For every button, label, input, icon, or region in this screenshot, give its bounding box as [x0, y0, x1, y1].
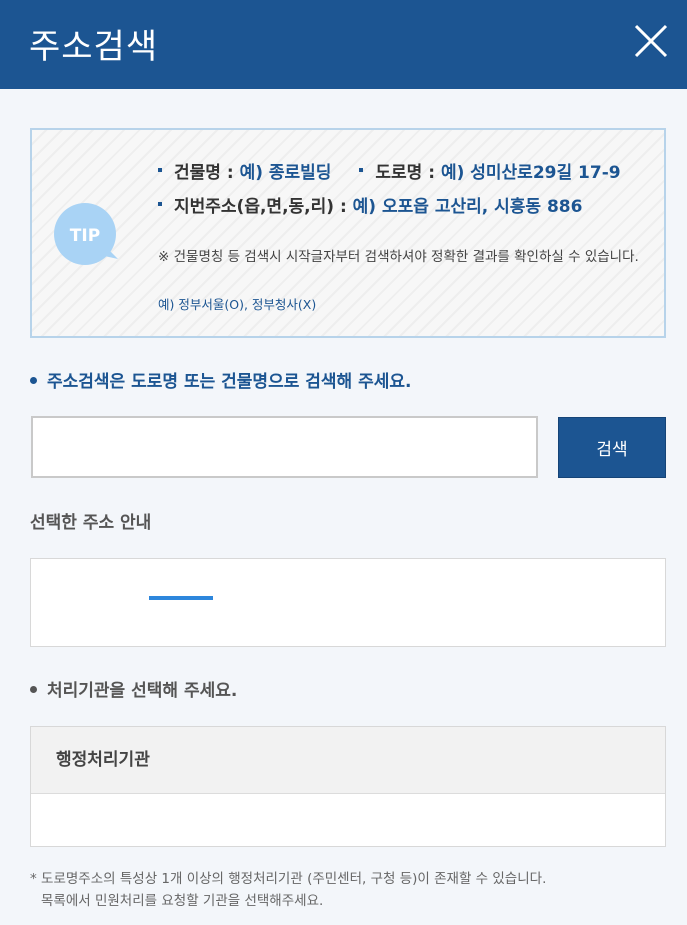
bullet-icon [30, 685, 37, 693]
tip-building-label: 건물명 : [174, 163, 240, 183]
footnote-line-2: 목록에서 민원처리를 요청할 기관을 선택해주세요. [41, 893, 324, 909]
close-icon[interactable] [633, 23, 669, 59]
selected-address-title: 선택한 주소 안내 [30, 513, 152, 533]
tip-jibun-example: 예) 오포읍 고산리, 시흥동 886 [352, 197, 583, 217]
footnote: * 도로명주소의 특성상 1개 이상의 행정처리기관 (주민센터, 구청 등)이… [30, 868, 670, 912]
footnote-line-1: * 도로명주소의 특성상 1개 이상의 행정처리기관 (주민센터, 구청 등)이… [30, 871, 547, 887]
agency-column-header: 행정처리기관 [31, 727, 665, 794]
agency-guide: 처리기관을 선택해 주세요. [30, 676, 237, 701]
dialog-header: 주소검색 [0, 0, 687, 89]
tip-box: TIP 건물명 : 예) 종로빌딩 도로명 : 예) 성미산로29길 17-9 … [30, 128, 666, 338]
search-button[interactable]: 검색 [558, 417, 666, 478]
tip-note: ※ 건물명칭 등 검색시 시작글자부터 검색하셔야 정확한 결과를 확인하실 수… [158, 249, 639, 265]
road-address-indicator [149, 596, 213, 600]
tip-road-label: 도로명 : [375, 163, 441, 183]
tip-badge-text: TIP [70, 226, 100, 246]
tip-line-2: 지번주소(읍,면,동,리) : 예) 오포읍 고산리, 시흥동 886 [158, 192, 582, 217]
search-input[interactable] [31, 416, 538, 478]
tip-bubble-icon: TIP [54, 203, 118, 265]
agency-row[interactable] [31, 794, 665, 847]
tip-road-example: 예) 성미산로29길 17-9 [440, 163, 621, 183]
tip-line-1: 건물명 : 예) 종로빌딩 도로명 : 예) 성미산로29길 17-9 [158, 158, 621, 183]
tip-example: 예) 정부서울(O), 정부청사(X) [158, 297, 317, 312]
tip-jibun-label: 지번주소(읍,면,동,리) : [174, 197, 353, 217]
selected-address-box [30, 558, 666, 647]
tip-building-example: 예) 종로빌딩 [239, 163, 332, 183]
search-guide: 주소검색은 도로명 또는 건물명으로 검색해 주세요. [30, 367, 412, 392]
dialog-title: 주소검색 [29, 27, 159, 67]
bullet-icon [30, 376, 37, 384]
agency-table: 행정처리기관 [30, 726, 666, 847]
agency-guide-text: 처리기관을 선택해 주세요. [47, 681, 238, 701]
search-guide-text: 주소검색은 도로명 또는 건물명으로 검색해 주세요. [47, 372, 412, 392]
